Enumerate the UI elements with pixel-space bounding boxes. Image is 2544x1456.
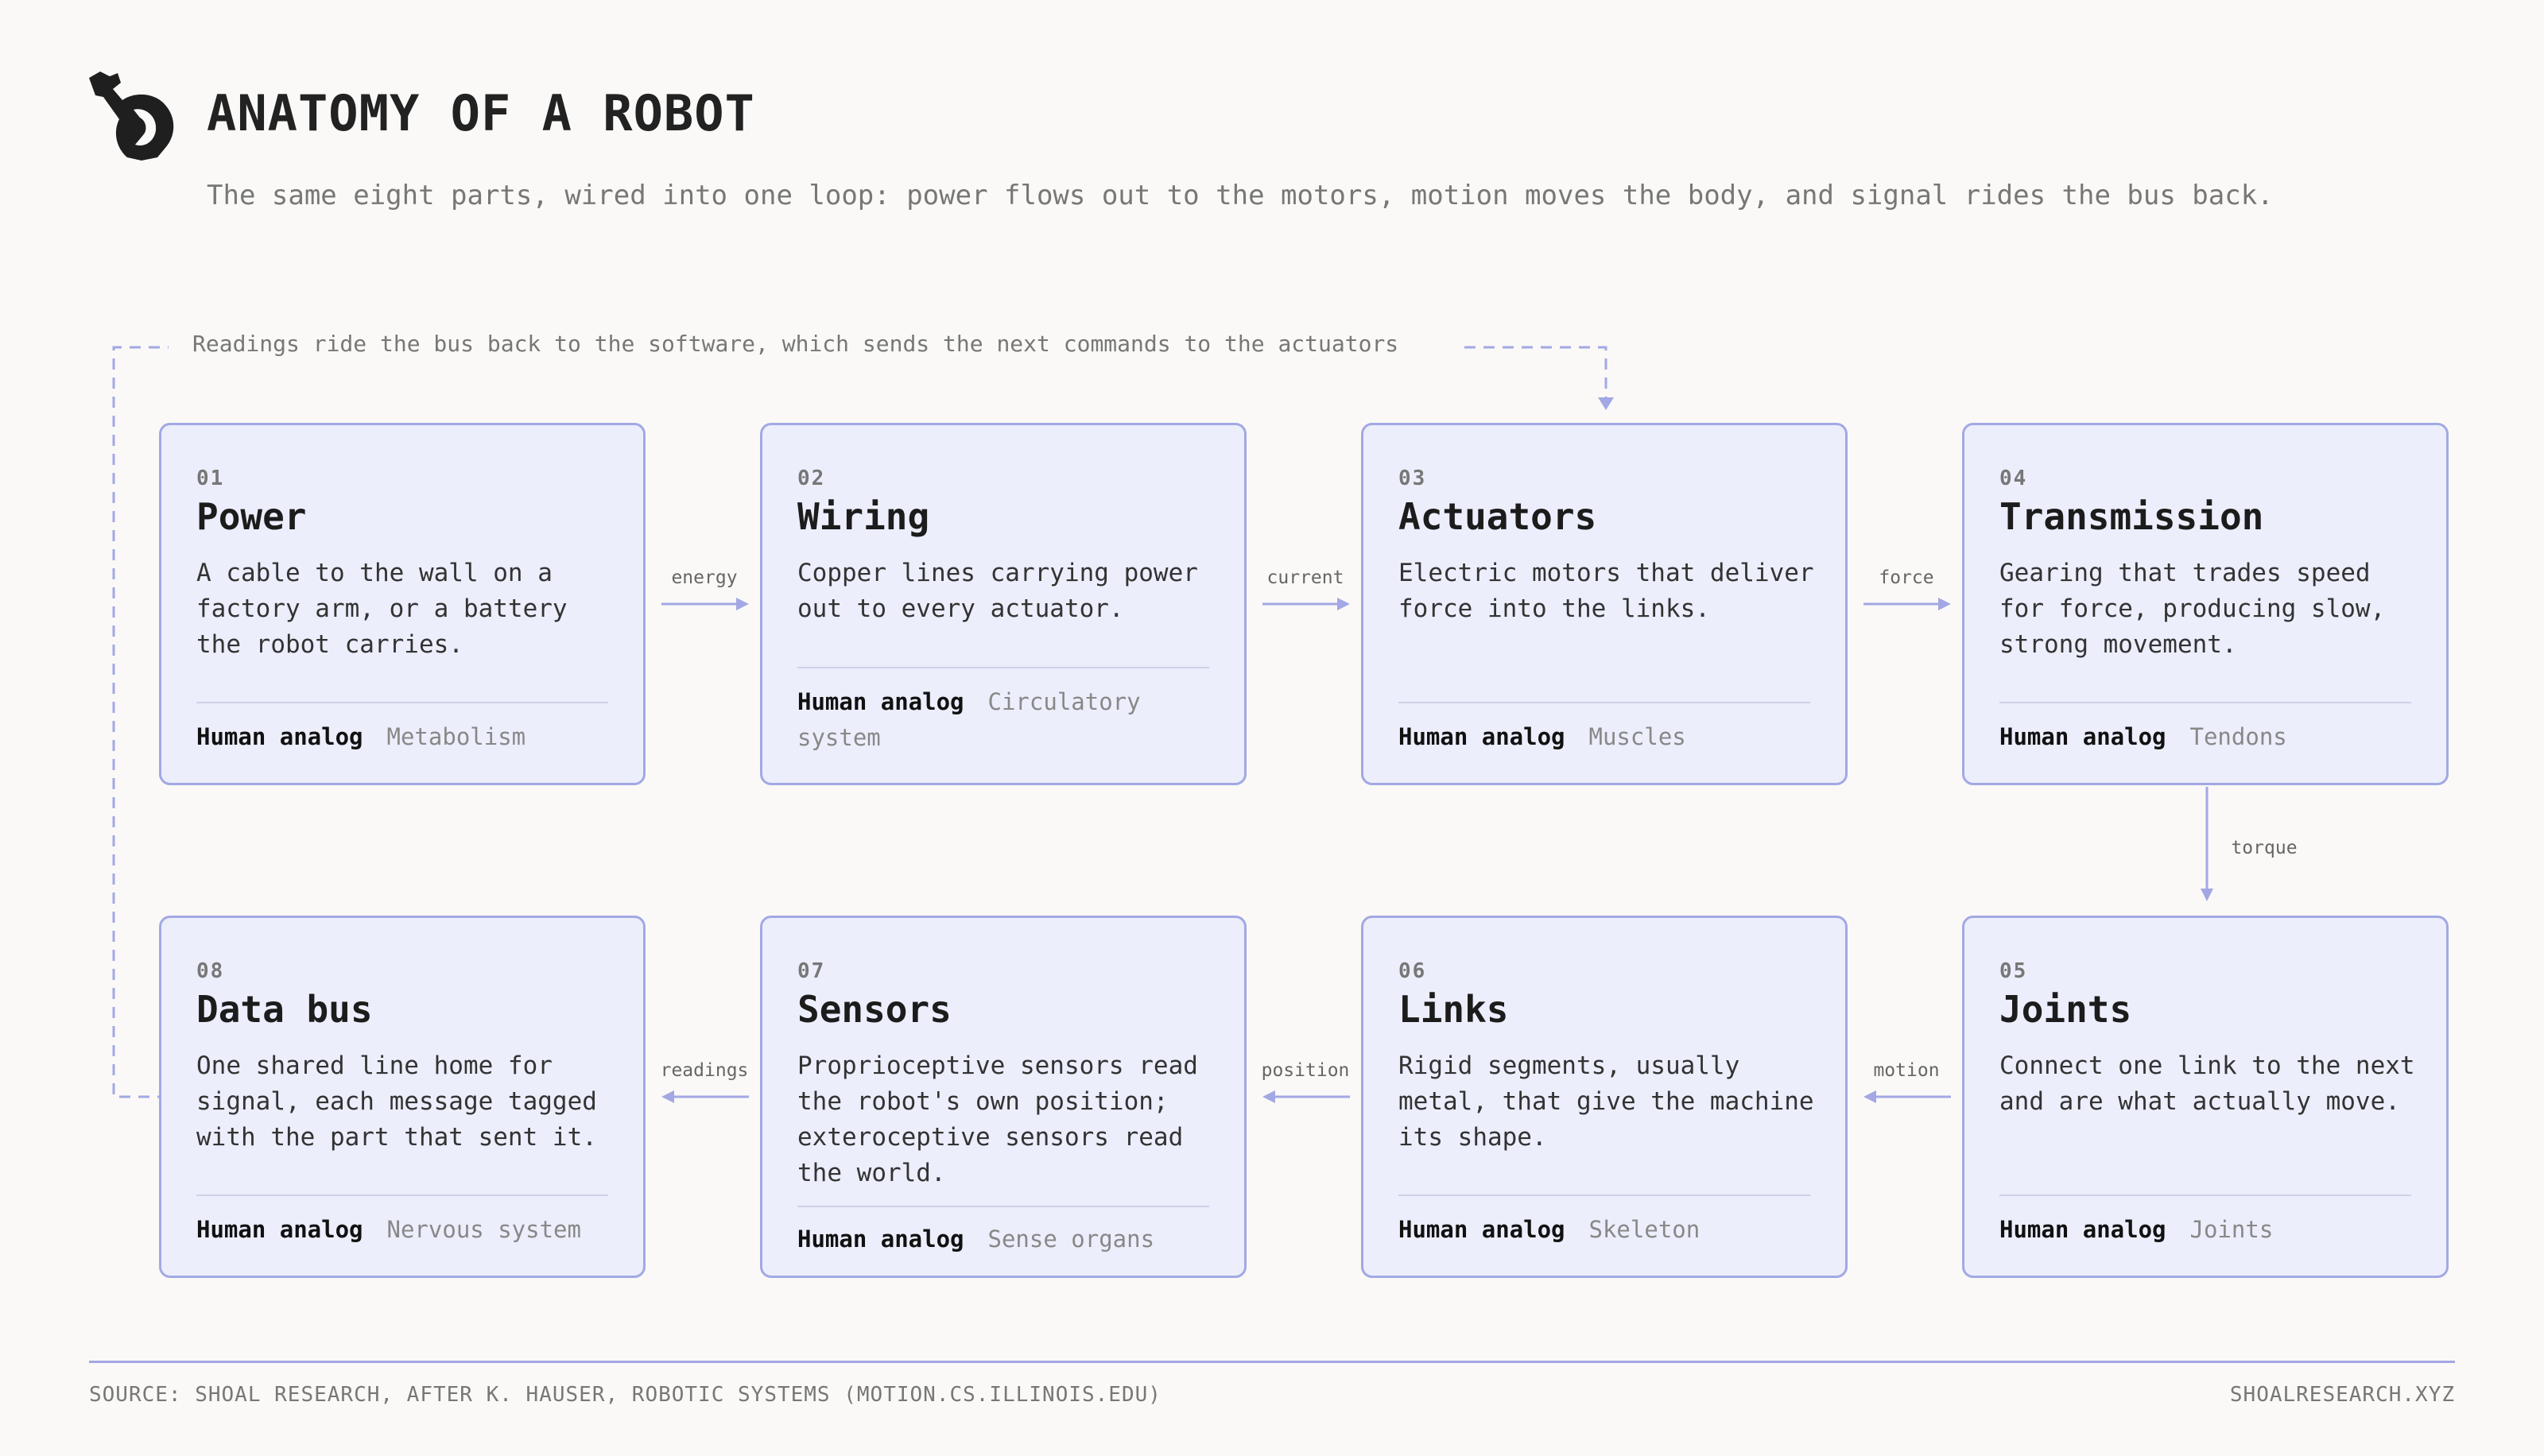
part-number: 02 xyxy=(797,467,826,490)
part-card-links: 06 Links Rigid segments, usually metal, … xyxy=(1361,916,1848,1278)
part-card-actuators: 03 Actuators Electric motors that delive… xyxy=(1361,423,1848,785)
feedback-loop-note: Readings ride the bus back to the softwa… xyxy=(184,331,1407,357)
site-link[interactable]: SHOALRESEARCH.XYZ xyxy=(2230,1383,2455,1407)
analog-label: Human analog xyxy=(196,1216,363,1243)
human-analog: Human analog Nervous system xyxy=(196,1212,626,1248)
human-analog: Human analog Skeleton xyxy=(1398,1212,1828,1248)
part-card-sensors: 07 Sensors Proprioceptive sensors read t… xyxy=(760,916,1247,1278)
part-description: Electric motors that deliver force into … xyxy=(1398,559,1814,623)
human-analog: Human analog Tendons xyxy=(1999,719,2429,755)
source-credit: SOURCE: SHOAL RESEARCH, AFTER K. HAUSER,… xyxy=(89,1383,1161,1407)
divider xyxy=(1398,702,1810,703)
human-analog: Human analog Muscles xyxy=(1398,719,1828,755)
part-description: Copper lines carrying power out to every… xyxy=(797,559,1198,623)
part-name: Links xyxy=(1398,988,1509,1031)
analog-label: Human analog xyxy=(1398,1216,1565,1243)
flow-label-motion: motion xyxy=(1873,1060,1940,1081)
divider xyxy=(1999,1195,2411,1196)
part-number: 07 xyxy=(797,959,826,983)
part-number: 05 xyxy=(1999,959,2028,983)
part-card-transmission: 04 Transmission Gearing that trades spee… xyxy=(1962,423,2449,785)
part-name: Transmission xyxy=(1999,495,2264,538)
footer-divider xyxy=(89,1361,2455,1363)
divider xyxy=(1398,1195,1810,1196)
part-description: Gearing that trades speed for force, pro… xyxy=(1999,559,2386,659)
divider xyxy=(196,702,608,703)
analog-value: Tendons xyxy=(2189,723,2287,750)
part-card-joints: 05 Joints Connect one link to the next a… xyxy=(1962,916,2449,1278)
flow-label-current: current xyxy=(1266,567,1344,588)
flow-label-position: position xyxy=(1261,1060,1350,1081)
feedback-loop-arrowhead xyxy=(1598,397,1614,410)
part-number: 03 xyxy=(1398,467,1427,490)
part-name: Data bus xyxy=(196,988,373,1031)
part-name: Power xyxy=(196,495,307,538)
part-name: Joints xyxy=(1999,988,2132,1031)
flow-label-force: force xyxy=(1879,567,1934,588)
analog-label: Human analog xyxy=(1999,1216,2166,1243)
part-card-data-bus: 08 Data bus One shared line home for sig… xyxy=(159,916,646,1278)
part-number: 04 xyxy=(1999,467,2028,490)
part-description: Rigid segments, usually metal, that give… xyxy=(1398,1051,1814,1152)
flow-label-readings: readings xyxy=(660,1060,749,1081)
part-number: 08 xyxy=(196,959,225,983)
analog-value: Metabolism xyxy=(386,723,526,750)
part-description: A cable to the wall on a factory arm, or… xyxy=(196,559,568,659)
feedback-loop-line-top xyxy=(1464,346,1607,397)
part-name: Wiring xyxy=(797,495,930,538)
human-analog: Human analog Circulatory system xyxy=(797,684,1227,756)
analog-value: Nervous system xyxy=(386,1216,581,1243)
analog-value: Muscles xyxy=(1588,723,1686,750)
divider xyxy=(797,1206,1209,1207)
analog-label: Human analog xyxy=(797,688,964,715)
divider xyxy=(1999,702,2411,703)
analog-value: Sense organs xyxy=(987,1226,1155,1253)
flow-label-torque: torque xyxy=(2231,838,2298,858)
human-analog: Human analog Sense organs xyxy=(797,1222,1227,1257)
part-number: 06 xyxy=(1398,959,1427,983)
part-description: Proprioceptive sensors read the robot's … xyxy=(797,1051,1198,1187)
part-card-wiring: 02 Wiring Copper lines carrying power ou… xyxy=(760,423,1247,785)
part-description: One shared line home for signal, each me… xyxy=(196,1051,597,1152)
part-name: Actuators xyxy=(1398,495,1597,538)
part-number: 01 xyxy=(196,467,225,490)
analog-value: Skeleton xyxy=(1588,1216,1701,1243)
flow-label-energy: energy xyxy=(671,567,738,588)
analog-label: Human analog xyxy=(196,723,363,750)
human-analog: Human analog Joints xyxy=(1999,1212,2429,1248)
analog-label: Human analog xyxy=(1999,723,2166,750)
divider xyxy=(196,1195,608,1196)
analog-value: Joints xyxy=(2189,1216,2274,1243)
analog-label: Human analog xyxy=(797,1226,964,1253)
human-analog: Human analog Metabolism xyxy=(196,719,626,755)
part-description: Connect one link to the next and are wha… xyxy=(1999,1051,2415,1116)
part-name: Sensors xyxy=(797,988,952,1031)
divider xyxy=(797,667,1209,668)
part-card-power: 01 Power A cable to the wall on a factor… xyxy=(159,423,646,785)
analog-label: Human analog xyxy=(1398,723,1565,750)
